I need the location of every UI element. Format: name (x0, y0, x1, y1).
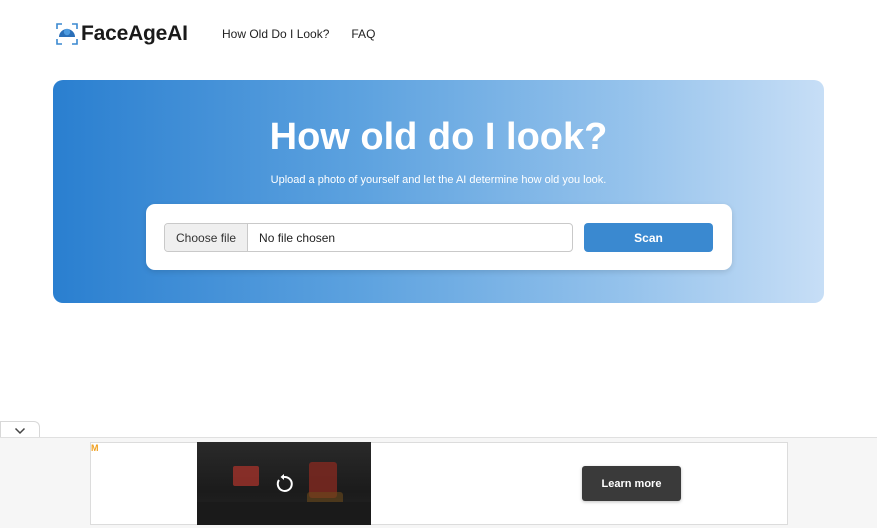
page-title: How old do I look? (269, 116, 608, 158)
file-input[interactable]: Choose file No file chosen (164, 223, 573, 252)
scan-button[interactable]: Scan (584, 223, 713, 252)
ad-video[interactable] (197, 442, 371, 525)
hero-section: How old do I look? Upload a photo of you… (53, 80, 824, 303)
logo[interactable]: FaceAgeAI (56, 22, 188, 46)
hero-subtitle: Upload a photo of yourself and let the A… (270, 174, 607, 186)
ad-product-image (233, 466, 259, 486)
choose-file-button[interactable]: Choose file (165, 224, 249, 251)
logo-text: FaceAgeAI (81, 22, 188, 45)
main-nav: How Old Do I Look? FAQ (222, 27, 375, 41)
replay-icon[interactable] (274, 474, 294, 494)
nav-link-faq[interactable]: FAQ (351, 27, 375, 41)
learn-more-button[interactable]: Learn more (582, 466, 681, 501)
nav-link-how-old[interactable]: How Old Do I Look? (222, 27, 329, 41)
ad-badge: M (91, 443, 99, 453)
face-scan-logo-icon (56, 23, 78, 45)
ad-banner[interactable] (90, 442, 788, 525)
site-header: FaceAgeAI How Old Do I Look? FAQ (0, 0, 877, 70)
ad-video-shelf (197, 502, 371, 525)
upload-card: Choose file No file chosen Scan (146, 204, 732, 270)
file-status-text: No file chosen (259, 230, 336, 245)
